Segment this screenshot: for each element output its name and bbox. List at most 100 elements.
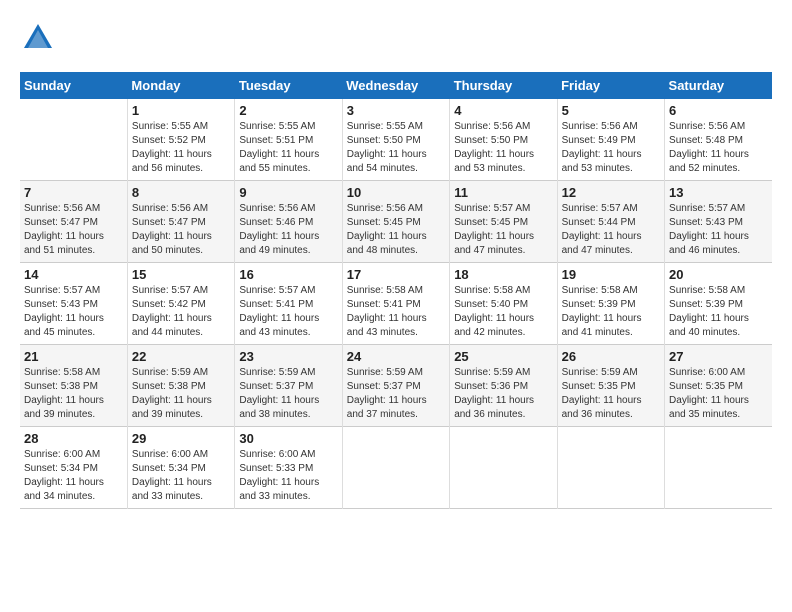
day-number: 22 (132, 349, 230, 364)
calendar-cell (20, 99, 127, 181)
day-info: Sunrise: 6:00 AMSunset: 5:34 PMDaylight:… (132, 448, 230, 504)
day-info: Sunrise: 5:59 AMSunset: 5:38 PMDaylight:… (132, 366, 230, 422)
day-number: 2 (239, 103, 337, 118)
day-info: Sunrise: 5:57 AMSunset: 5:42 PMDaylight:… (132, 284, 230, 340)
week-row-0: 1 Sunrise: 5:55 AMSunset: 5:52 PMDaylight… (20, 99, 772, 181)
day-info: Sunrise: 5:59 AMSunset: 5:35 PMDaylight:… (562, 366, 660, 422)
day-number: 26 (562, 349, 660, 364)
day-number: 11 (454, 185, 552, 200)
calendar-cell: 22 Sunrise: 5:59 AMSunset: 5:38 PMDayligh… (127, 345, 234, 427)
calendar-cell: 21 Sunrise: 5:58 AMSunset: 5:38 PMDayligh… (20, 345, 127, 427)
calendar-cell: 23 Sunrise: 5:59 AMSunset: 5:37 PMDayligh… (235, 345, 342, 427)
day-number: 20 (669, 267, 768, 282)
day-number: 10 (347, 185, 445, 200)
calendar-cell: 2Sunrise: 5:55 AMSunset: 5:51 PMDaylight… (235, 99, 342, 181)
day-info: Sunrise: 5:56 AMSunset: 5:48 PMDaylight:… (669, 120, 768, 176)
calendar-cell: 15 Sunrise: 5:57 AMSunset: 5:42 PMDayligh… (127, 263, 234, 345)
weekday-thursday: Thursday (450, 72, 557, 99)
day-number: 3 (347, 103, 445, 118)
day-number: 18 (454, 267, 552, 282)
calendar-cell (665, 427, 772, 509)
day-info: Sunrise: 5:59 AMSunset: 5:36 PMDaylight:… (454, 366, 552, 422)
day-info: Sunrise: 5:59 AMSunset: 5:37 PMDaylight:… (239, 366, 337, 422)
day-info: Sunrise: 5:58 AMSunset: 5:38 PMDaylight:… (24, 366, 123, 422)
day-number: 19 (562, 267, 660, 282)
week-row-2: 14 Sunrise: 5:57 AMSunset: 5:43 PMDayligh… (20, 263, 772, 345)
calendar-cell: 14 Sunrise: 5:57 AMSunset: 5:43 PMDayligh… (20, 263, 127, 345)
day-info: Sunrise: 5:56 AMSunset: 5:47 PMDaylight:… (132, 202, 230, 258)
calendar-cell: 6 Sunrise: 5:56 AMSunset: 5:48 PMDaylight… (665, 99, 772, 181)
day-number: 21 (24, 349, 123, 364)
calendar-cell: 19 Sunrise: 5:58 AMSunset: 5:39 PMDayligh… (557, 263, 664, 345)
day-number: 4 (454, 103, 552, 118)
calendar-cell: 26 Sunrise: 5:59 AMSunset: 5:35 PMDayligh… (557, 345, 664, 427)
calendar-cell: 29 Sunrise: 6:00 AMSunset: 5:34 PMDayligh… (127, 427, 234, 509)
day-number: 6 (669, 103, 768, 118)
day-info: Sunrise: 5:57 AMSunset: 5:44 PMDaylight:… (562, 202, 660, 258)
day-number: 14 (24, 267, 123, 282)
day-info: Sunrise: 5:58 AMSunset: 5:39 PMDaylight:… (562, 284, 660, 340)
day-number: 5 (562, 103, 660, 118)
weekday-wednesday: Wednesday (342, 72, 449, 99)
day-number: 25 (454, 349, 552, 364)
calendar-table: SundayMondayTuesdayWednesdayThursdayFrid… (20, 72, 772, 509)
day-info: Sunrise: 5:58 AMSunset: 5:41 PMDaylight:… (347, 284, 445, 340)
calendar-cell: 16Sunrise: 5:57 AMSunset: 5:41 PMDayligh… (235, 263, 342, 345)
day-info: Sunrise: 5:58 AMSunset: 5:40 PMDaylight:… (454, 284, 552, 340)
day-number: 9 (239, 185, 337, 200)
day-number: 24 (347, 349, 445, 364)
weekday-row: SundayMondayTuesdayWednesdayThursdayFrid… (20, 72, 772, 99)
day-info: Sunrise: 6:00 AMSunset: 5:34 PMDaylight:… (24, 448, 123, 504)
weekday-saturday: Saturday (665, 72, 772, 99)
calendar-cell: 27 Sunrise: 6:00 AMSunset: 5:35 PMDayligh… (665, 345, 772, 427)
weekday-sunday: Sunday (20, 72, 127, 99)
calendar-body: 1 Sunrise: 5:55 AMSunset: 5:52 PMDaylight… (20, 99, 772, 509)
day-number: 8 (132, 185, 230, 200)
calendar-cell: 3Sunrise: 5:55 AMSunset: 5:50 PMDaylight… (342, 99, 449, 181)
weekday-friday: Friday (557, 72, 664, 99)
calendar-cell: 9 Sunrise: 5:56 AMSunset: 5:46 PMDaylight… (235, 181, 342, 263)
calendar-cell (450, 427, 557, 509)
day-info: Sunrise: 5:59 AMSunset: 5:37 PMDaylight:… (347, 366, 445, 422)
day-info: Sunrise: 5:56 AMSunset: 5:47 PMDaylight:… (24, 202, 123, 258)
calendar-cell: 12 Sunrise: 5:57 AMSunset: 5:44 PMDayligh… (557, 181, 664, 263)
calendar-header: SundayMondayTuesdayWednesdayThursdayFrid… (20, 72, 772, 99)
day-info: Sunrise: 5:58 AMSunset: 5:39 PMDaylight:… (669, 284, 768, 340)
day-info: Sunrise: 5:55 AMSunset: 5:52 PMDaylight:… (132, 120, 230, 176)
day-info: Sunrise: 6:00 AMSunset: 5:35 PMDaylight:… (669, 366, 768, 422)
day-number: 12 (562, 185, 660, 200)
logo-icon (20, 20, 56, 56)
day-number: 30 (239, 431, 337, 446)
day-number: 7 (24, 185, 123, 200)
page-header (20, 20, 772, 56)
calendar-cell: 4 Sunrise: 5:56 AMSunset: 5:50 PMDaylight… (450, 99, 557, 181)
day-info: Sunrise: 5:57 AMSunset: 5:43 PMDaylight:… (24, 284, 123, 340)
day-number: 23 (239, 349, 337, 364)
weekday-tuesday: Tuesday (235, 72, 342, 99)
day-info: Sunrise: 5:56 AMSunset: 5:49 PMDaylight:… (562, 120, 660, 176)
day-number: 29 (132, 431, 230, 446)
calendar-cell: 1 Sunrise: 5:55 AMSunset: 5:52 PMDaylight… (127, 99, 234, 181)
calendar-cell: 20 Sunrise: 5:58 AMSunset: 5:39 PMDayligh… (665, 263, 772, 345)
day-info: Sunrise: 5:57 AMSunset: 5:43 PMDaylight:… (669, 202, 768, 258)
week-row-1: 7 Sunrise: 5:56 AMSunset: 5:47 PMDaylight… (20, 181, 772, 263)
calendar-cell: 30 Sunrise: 6:00 AMSunset: 5:33 PMDayligh… (235, 427, 342, 509)
calendar-cell: 13 Sunrise: 5:57 AMSunset: 5:43 PMDayligh… (665, 181, 772, 263)
day-info: Sunrise: 5:56 AMSunset: 5:50 PMDaylight:… (454, 120, 552, 176)
day-info: Sunrise: 6:00 AMSunset: 5:33 PMDaylight:… (239, 448, 337, 504)
calendar-cell: 24 Sunrise: 5:59 AMSunset: 5:37 PMDayligh… (342, 345, 449, 427)
day-number: 16 (239, 267, 337, 282)
day-number: 13 (669, 185, 768, 200)
day-number: 1 (132, 103, 230, 118)
day-number: 27 (669, 349, 768, 364)
calendar-cell: 10 Sunrise: 5:56 AMSunset: 5:45 PMDayligh… (342, 181, 449, 263)
calendar-cell: 7 Sunrise: 5:56 AMSunset: 5:47 PMDaylight… (20, 181, 127, 263)
week-row-4: 28Sunrise: 6:00 AMSunset: 5:34 PMDayligh… (20, 427, 772, 509)
logo (20, 20, 62, 56)
day-info: Sunrise: 5:56 AMSunset: 5:46 PMDaylight:… (239, 202, 337, 258)
calendar-cell (342, 427, 449, 509)
day-number: 15 (132, 267, 230, 282)
calendar-cell (557, 427, 664, 509)
calendar-cell: 11Sunrise: 5:57 AMSunset: 5:45 PMDayligh… (450, 181, 557, 263)
day-info: Sunrise: 5:56 AMSunset: 5:45 PMDaylight:… (347, 202, 445, 258)
